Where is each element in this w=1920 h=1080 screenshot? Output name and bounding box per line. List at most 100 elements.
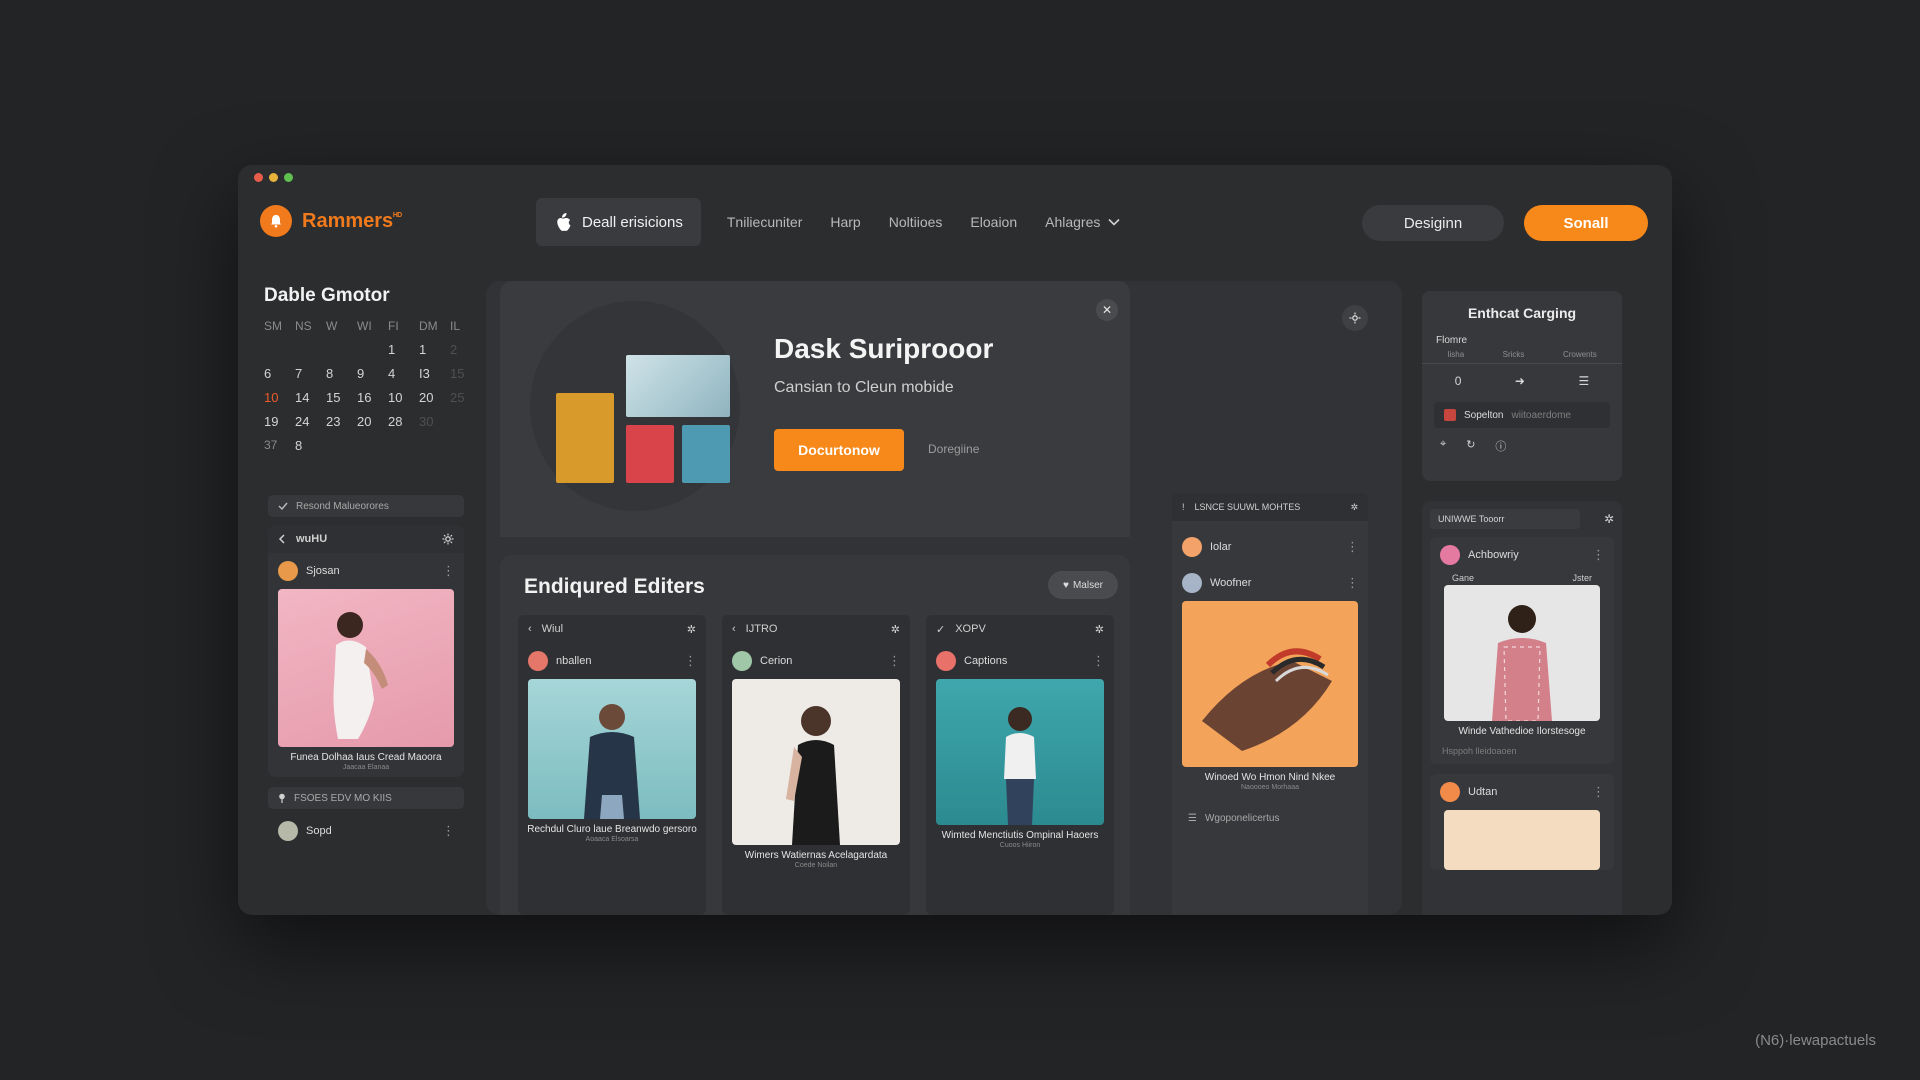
left-card: wuHU Sjosan ⋮ Funea Dolhaa Iaus Cread Ma…	[268, 525, 464, 777]
bracelet-hand-icon	[1202, 648, 1332, 751]
calendar-day[interactable]: 6	[264, 366, 295, 381]
calendar-day[interactable]	[357, 342, 388, 357]
list-item[interactable]: Cerion ⋮	[722, 643, 910, 679]
more-icon[interactable]: ⋮	[1346, 575, 1359, 591]
calendar-day[interactable]	[326, 342, 357, 357]
minimize-window-dot[interactable]	[269, 173, 278, 182]
calendar-day-today[interactable]: 10	[264, 390, 295, 405]
hero-secondary-link[interactable]: Doregiine	[928, 442, 979, 456]
tips-strip[interactable]: FSOES EDV MO KIIS	[268, 787, 464, 809]
close-window-dot[interactable]	[254, 173, 263, 182]
calendar-day[interactable]: 25	[450, 390, 481, 405]
footer-strip[interactable]: ☰ Wgoponelicertus	[1178, 807, 1362, 829]
gear-icon[interactable]: ✲	[1604, 512, 1614, 526]
chevron-left-icon[interactable]	[278, 534, 286, 544]
calendar-day[interactable]: 8	[326, 366, 357, 381]
calendar-day[interactable]: 8	[295, 438, 326, 453]
nav-primary-label: Deall erisicions	[582, 213, 683, 231]
more-icon[interactable]: ⋮	[1592, 784, 1605, 800]
calendar-day[interactable]: 1	[388, 342, 419, 357]
list-item[interactable]: Captions ⋮	[926, 643, 1114, 679]
panel-columns: Iisha Sricks Crowents	[1422, 346, 1622, 364]
check-icon[interactable]: ✓	[936, 623, 945, 636]
more-icon[interactable]: ⋮	[1092, 653, 1105, 669]
maximize-window-dot[interactable]	[284, 173, 293, 182]
calendar-day[interactable]: 19	[264, 414, 295, 429]
list-item[interactable]: Sopd ⋮	[268, 813, 464, 849]
check-icon	[278, 501, 288, 511]
calendar-day[interactable]: 23	[326, 414, 357, 429]
hero-cta-button[interactable]: Docurtonow	[774, 429, 904, 471]
strip-label: Wgoponelicertus	[1204, 812, 1280, 824]
photo[interactable]	[528, 679, 696, 819]
app-logo[interactable]: Rammersᴴᴰ	[260, 205, 402, 237]
gear-icon[interactable]: ✲	[1095, 623, 1104, 636]
nav-item-3[interactable]: Noltiioes	[889, 214, 943, 230]
calendar-day[interactable]	[450, 414, 481, 429]
nav-item-1[interactable]: Tniliecuniter	[727, 214, 802, 230]
settings-gear-icon[interactable]	[1342, 305, 1368, 331]
photo[interactable]	[278, 589, 454, 747]
calendar-day[interactable]	[264, 342, 295, 357]
calendar-day[interactable]: 37	[264, 438, 295, 453]
chevron-left-icon[interactable]: ‹	[528, 623, 532, 635]
photo[interactable]	[1444, 585, 1600, 721]
more-icon[interactable]: ⋮	[888, 653, 901, 669]
photo[interactable]	[936, 679, 1104, 825]
gear-icon[interactable]: ✲	[687, 623, 696, 636]
more-icon[interactable]: ⋮	[442, 563, 455, 579]
nav-item-dropdown[interactable]: Ahlagres	[1045, 214, 1120, 230]
list-item[interactable]: Achbowriy ⋮	[1430, 537, 1614, 573]
calendar-day[interactable]	[295, 342, 326, 357]
resend-strip[interactable]: Resond Malueorores	[268, 495, 464, 517]
column-title[interactable]: UNIWWE Tooorr	[1430, 509, 1580, 529]
editor-card: ✓ XOPV ✲ Captions ⋮ Wimted Menctiutis Omp…	[926, 615, 1114, 915]
list-item[interactable]: Udtan ⋮	[1430, 774, 1614, 810]
calendar-day[interactable]: 14	[295, 390, 326, 405]
calendar-day[interactable]: 20	[357, 414, 388, 429]
panel-row[interactable]: Sopelton wiitoaerdome	[1434, 402, 1610, 428]
gear-icon[interactable]: ✲	[891, 623, 900, 636]
woman-silhouette-icon	[786, 706, 840, 845]
chevron-left-icon[interactable]: ‹	[732, 623, 736, 635]
close-icon[interactable]: ✕	[1096, 299, 1118, 321]
list-item[interactable]: nballen ⋮	[518, 643, 706, 679]
calendar-day[interactable]: 20	[419, 390, 450, 405]
calendar-day[interactable]: 4	[388, 366, 419, 381]
calendar-day[interactable]: 2	[450, 342, 481, 357]
refresh-icon[interactable]: ↻	[1466, 438, 1475, 454]
calendar-day[interactable]: 7	[295, 366, 326, 381]
location-icon[interactable]: ⌖	[1440, 438, 1446, 454]
calendar-day[interactable]: 1	[419, 342, 450, 357]
nav-item-4[interactable]: Eloaion	[970, 214, 1017, 230]
design-button[interactable]: Desiginn	[1362, 205, 1504, 241]
hero-title: Dask Suriprooor	[774, 333, 994, 364]
more-icon[interactable]: ⋮	[442, 823, 455, 839]
info-icon[interactable]: ⓘ	[1495, 438, 1506, 454]
list-item[interactable]: Woofner ⋮	[1172, 565, 1368, 601]
photo[interactable]	[1182, 601, 1358, 767]
list-item[interactable]: Sjosan ⋮	[268, 553, 464, 589]
calendar-day[interactable]: 10	[388, 390, 419, 405]
calendar-day[interactable]: 15	[450, 366, 481, 381]
calendar-day[interactable]: 9	[357, 366, 388, 381]
nav-item-2[interactable]: Harp	[830, 214, 860, 230]
more-icon[interactable]: ⋮	[1592, 547, 1605, 563]
gear-icon[interactable]	[442, 533, 454, 545]
list-item[interactable]: Iolar ⋮	[1172, 529, 1368, 565]
calendar-day[interactable]: 28	[388, 414, 419, 429]
calendar-day[interactable]: 16	[357, 390, 388, 405]
weekday-label: IL	[450, 319, 461, 333]
calendar-day[interactable]: 24	[295, 414, 326, 429]
photo[interactable]	[1444, 810, 1600, 870]
calendar-day[interactable]: I3	[419, 366, 450, 381]
photo[interactable]	[732, 679, 900, 845]
gear-icon[interactable]: ✲	[1350, 502, 1358, 513]
sign-up-button[interactable]: Sonall	[1524, 205, 1648, 241]
more-icon[interactable]: ⋮	[684, 653, 697, 669]
calendar-day[interactable]: 15	[326, 390, 357, 405]
nav-primary-tab[interactable]: Deall erisicions	[536, 198, 701, 246]
calendar-day[interactable]: 30	[419, 414, 450, 429]
more-icon[interactable]: ⋮	[1346, 539, 1359, 555]
filter-pill[interactable]: ♥ Malser	[1048, 571, 1118, 599]
